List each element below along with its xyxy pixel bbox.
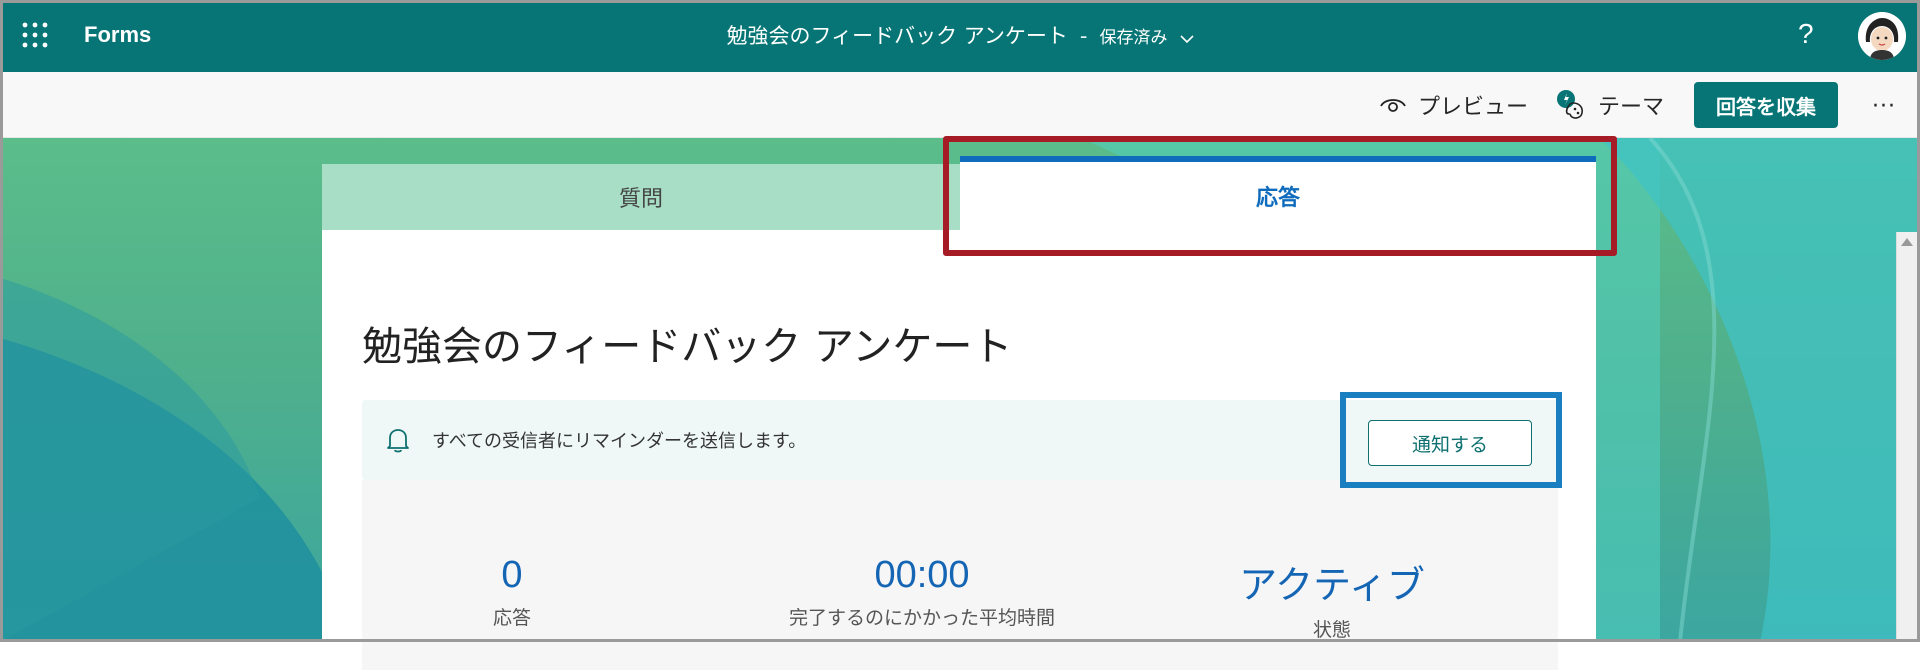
responses-tab-highlight [943, 136, 1617, 256]
title-separator: - [1079, 24, 1088, 48]
palette-icon [1556, 89, 1586, 121]
stat-value: アクティブ [1239, 565, 1425, 607]
stat-status: アクティブ 状態 [1152, 554, 1512, 642]
bell-icon [386, 426, 410, 458]
document-title: 勉強会のフィードバック アンケート [726, 24, 1068, 48]
theme-label: テーマ [1598, 95, 1665, 120]
command-bar: プレビュー テーマ 回答を収集 ··· [0, 72, 1920, 138]
stat-value: 00:00 [874, 554, 970, 596]
help-icon[interactable]: ? [1798, 18, 1814, 50]
vertical-scrollbar[interactable] [1896, 232, 1917, 642]
stat-label: 応答 [492, 607, 531, 629]
stat-responses: 0 応答 [332, 554, 692, 630]
eye-icon [1380, 96, 1406, 114]
form-title: 勉強会のフィードバック アンケート [362, 324, 1013, 370]
avatar[interactable] [1858, 12, 1906, 60]
more-options-icon[interactable]: ··· [1872, 94, 1896, 119]
theme-button[interactable]: テーマ [1556, 88, 1664, 122]
stat-label: 状態 [1312, 619, 1351, 641]
top-header: Forms 勉強会のフィードバック アンケート - 保存済み ? [0, 0, 1920, 72]
preview-button[interactable]: プレビュー [1380, 88, 1528, 122]
scroll-up-arrow-icon[interactable] [1901, 238, 1913, 246]
save-status: 保存済み [1099, 28, 1168, 48]
chevron-down-icon[interactable] [1179, 25, 1194, 49]
document-title-bar[interactable]: 勉強会のフィードバック アンケート - 保存済み [0, 20, 1920, 50]
stat-label: 完了するのにかかった平均時間 [788, 607, 1055, 629]
notify-button-highlight [1340, 392, 1562, 488]
collect-responses-button[interactable]: 回答を収集 [1694, 82, 1838, 128]
stat-value: 0 [501, 554, 523, 596]
preview-label: プレビュー [1418, 95, 1529, 120]
stat-average-time: 00:00 完了するのにかかった平均時間 [742, 554, 1102, 630]
reminder-text: すべての受信者にリマインダーを送信します。 [432, 431, 807, 452]
tab-questions[interactable]: 質問 [322, 164, 960, 230]
